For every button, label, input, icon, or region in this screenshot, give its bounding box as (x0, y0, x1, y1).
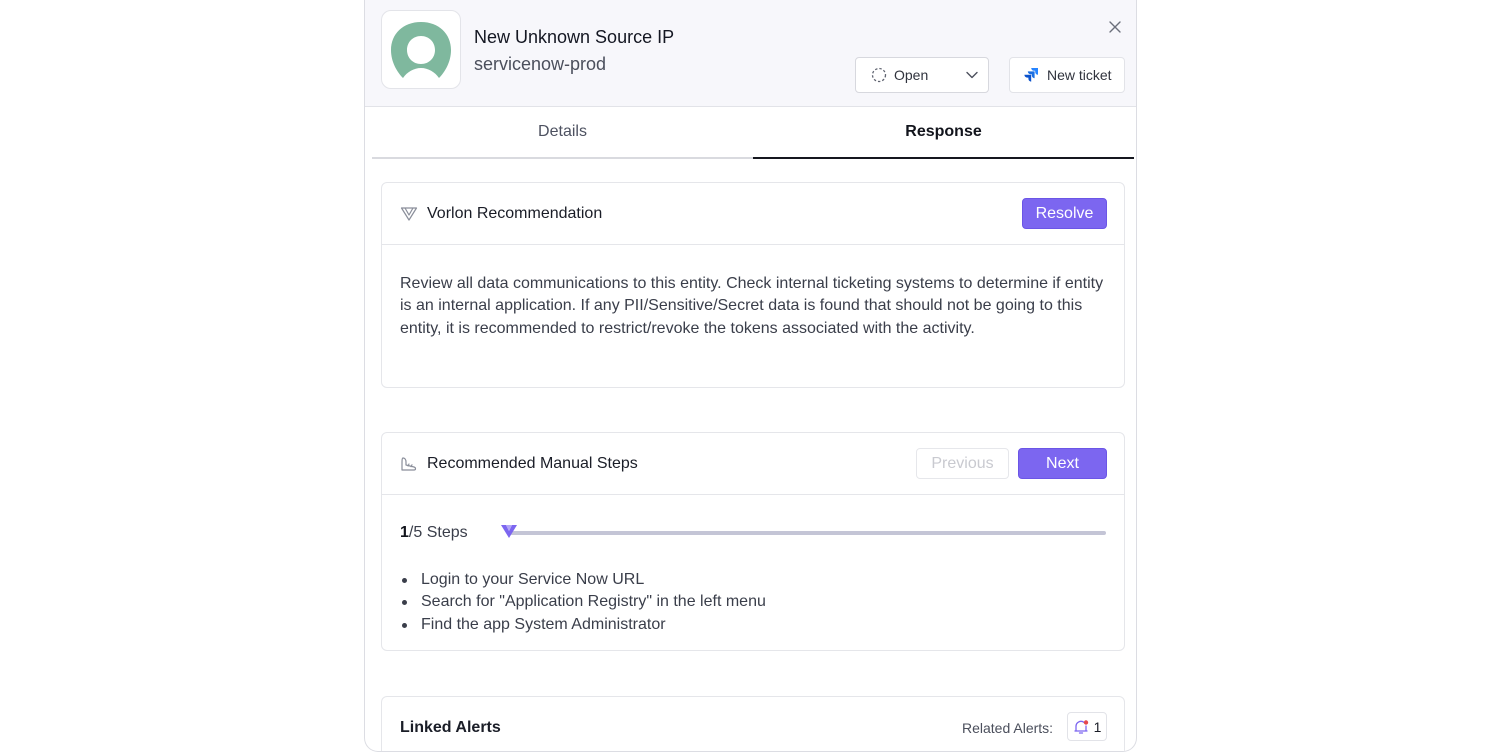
alert-detail-panel: New Unknown Source IP servicenow-prod Op… (364, 0, 1137, 752)
manual-steps-header: Recommended Manual Steps Previous Next (382, 433, 1124, 495)
recommendation-card: Vorlon Recommendation Resolve Review all… (381, 182, 1125, 388)
alert-subtitle: servicenow-prod (474, 54, 607, 74)
alert-title: New Unknown Source IP (474, 27, 675, 47)
manual-steps-title: Recommended Manual Steps (427, 455, 638, 472)
list-item: Search for "Application Registry" in the… (400, 591, 1106, 613)
steps-counter: 1/5 Steps (400, 524, 468, 542)
steps-list: Login to your Service Now URL Search for… (382, 569, 1124, 636)
recommendation-text: Review all data communications to this e… (400, 275, 1104, 337)
linked-alerts-card: Linked Alerts Related Alerts: 1 (381, 696, 1125, 751)
steps-progress-bar (510, 531, 1106, 535)
close-button[interactable] (1105, 17, 1125, 37)
footsteps-icon (401, 457, 417, 471)
status-dropdown[interactable]: Open (855, 57, 989, 93)
status-label: Open (894, 67, 929, 83)
recommendation-header: Vorlon Recommendation Resolve (382, 183, 1124, 245)
related-alerts-badge[interactable]: 1 (1067, 712, 1107, 741)
resolve-button[interactable]: Resolve (1022, 198, 1107, 229)
linked-alerts-header: Linked Alerts Related Alerts: 1 (382, 697, 1124, 751)
manual-steps-card: Recommended Manual Steps Previous Next 1… (381, 432, 1125, 651)
tab-response[interactable]: Response (753, 107, 1134, 159)
chevron-down-icon (966, 71, 978, 79)
tab-details[interactable]: Details (372, 107, 753, 159)
close-icon (1109, 21, 1121, 33)
bell-alert-icon (1073, 719, 1088, 734)
servicenow-logo-icon (391, 21, 451, 78)
list-item: Login to your Service Now URL (400, 569, 1106, 591)
list-item: Find the app System Administrator (400, 614, 1106, 636)
current-step: 1 (400, 524, 409, 541)
steps-progress-row: 1/5 Steps (382, 495, 1124, 569)
app-logo (381, 10, 461, 89)
previous-button[interactable]: Previous (916, 448, 1009, 479)
jira-icon (1024, 68, 1038, 82)
next-button[interactable]: Next (1018, 448, 1107, 479)
progress-marker-icon (501, 525, 517, 538)
vorlon-logo-icon (400, 207, 418, 221)
recommendation-title: Vorlon Recommendation (427, 205, 603, 222)
tab-bar: Details Response (372, 107, 1134, 159)
panel-header: New Unknown Source IP servicenow-prod Op… (365, 0, 1136, 107)
new-ticket-label: New ticket (1047, 67, 1112, 83)
new-ticket-button[interactable]: New ticket (1009, 57, 1125, 93)
total-steps: /5 Steps (408, 524, 468, 541)
dashed-circle-icon (871, 67, 887, 83)
related-alerts-label: Related Alerts: (962, 720, 1054, 736)
linked-alerts-title: Linked Alerts (400, 719, 501, 736)
related-alerts-count: 1 (1093, 718, 1102, 735)
